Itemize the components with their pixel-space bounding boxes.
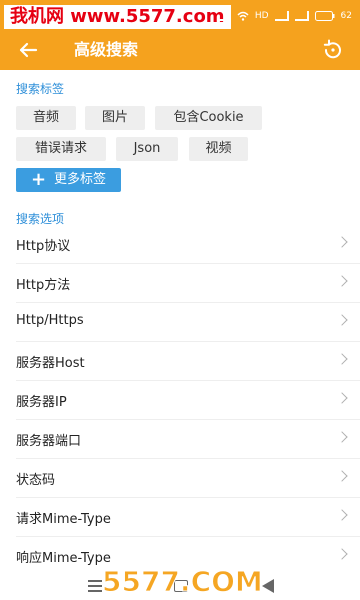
option-http-protocol[interactable]: Http协议 bbox=[16, 225, 360, 264]
option-label: 服务器端口 bbox=[16, 434, 82, 449]
option-label: 请求Mime-Type bbox=[16, 512, 111, 527]
option-server-host[interactable]: 服务器Host bbox=[16, 342, 360, 381]
tag-cookie[interactable]: 包含Cookie bbox=[155, 106, 262, 130]
chevron-right-icon bbox=[336, 353, 348, 365]
tag-error-request[interactable]: 错误请求 bbox=[16, 137, 106, 161]
watermark-bottom-text: 5577.COM bbox=[102, 565, 264, 599]
chevron-right-icon bbox=[336, 275, 348, 287]
option-label: 响应Mime-Type bbox=[16, 551, 111, 566]
option-label: 服务器IP bbox=[16, 395, 67, 410]
tag-json[interactable]: Json bbox=[116, 137, 178, 161]
back-button[interactable] bbox=[16, 38, 40, 62]
option-http-method[interactable]: Http方法 bbox=[16, 264, 360, 303]
option-label: Http/Https bbox=[16, 313, 84, 328]
option-label: Http协议 bbox=[16, 239, 71, 254]
battery-level: 62 bbox=[340, 11, 352, 21]
status-icons: HD 62 bbox=[216, 8, 352, 24]
search-tags-title: 搜索标签 bbox=[16, 82, 65, 96]
tag-video[interactable]: 视频 bbox=[189, 137, 248, 161]
chevron-right-icon bbox=[336, 470, 348, 482]
chevron-right-icon bbox=[336, 509, 348, 521]
reset-button[interactable] bbox=[320, 37, 346, 63]
search-options-list: Http协议 Http方法 Http/Https 服务器Host 服务器IP 服… bbox=[0, 225, 360, 576]
chevron-right-icon bbox=[336, 431, 348, 443]
option-server-port[interactable]: 服务器端口 bbox=[16, 420, 360, 459]
signal-icon bbox=[274, 11, 289, 21]
chevron-right-icon bbox=[336, 392, 348, 404]
watermark-bottom: 5577.COM bbox=[102, 564, 282, 600]
more-tags-button[interactable]: + 更多标签 bbox=[16, 168, 121, 192]
option-server-ip[interactable]: 服务器IP bbox=[16, 381, 360, 420]
option-status-code[interactable]: 状态码 bbox=[16, 459, 360, 498]
top-bar: 我机网 www.5577.com HD 62 高级搜索 bbox=[0, 0, 360, 70]
signal-icon bbox=[294, 11, 309, 21]
arrow-left-icon bbox=[19, 42, 38, 58]
chevron-right-icon bbox=[336, 548, 348, 560]
watermark-logo: 我机网 www.5577.com bbox=[4, 5, 231, 29]
reset-icon bbox=[323, 39, 341, 59]
tag-image[interactable]: 图片 bbox=[85, 106, 145, 130]
option-label: Http方法 bbox=[16, 278, 71, 293]
chevron-right-icon bbox=[336, 314, 348, 326]
wifi-icon bbox=[237, 11, 249, 21]
chevron-right-icon bbox=[336, 236, 348, 248]
option-request-mime-type[interactable]: 请求Mime-Type bbox=[16, 498, 360, 537]
app-bar: 高级搜索 bbox=[0, 32, 360, 70]
tag-audio[interactable]: 音频 bbox=[16, 106, 76, 130]
battery-icon bbox=[314, 11, 335, 21]
option-label: 状态码 bbox=[16, 473, 56, 488]
plus-icon: + bbox=[30, 169, 47, 190]
signal-icon bbox=[216, 11, 231, 21]
status-bar: 我机网 www.5577.com HD 62 bbox=[0, 0, 360, 32]
option-http-https[interactable]: Http/Https bbox=[16, 303, 360, 342]
page-title: 高级搜索 bbox=[74, 40, 139, 59]
more-tags-label: 更多标签 bbox=[54, 172, 107, 187]
hd-icon: HD bbox=[254, 11, 269, 21]
option-label: 服务器Host bbox=[16, 356, 85, 371]
menu-icon[interactable] bbox=[88, 580, 102, 592]
